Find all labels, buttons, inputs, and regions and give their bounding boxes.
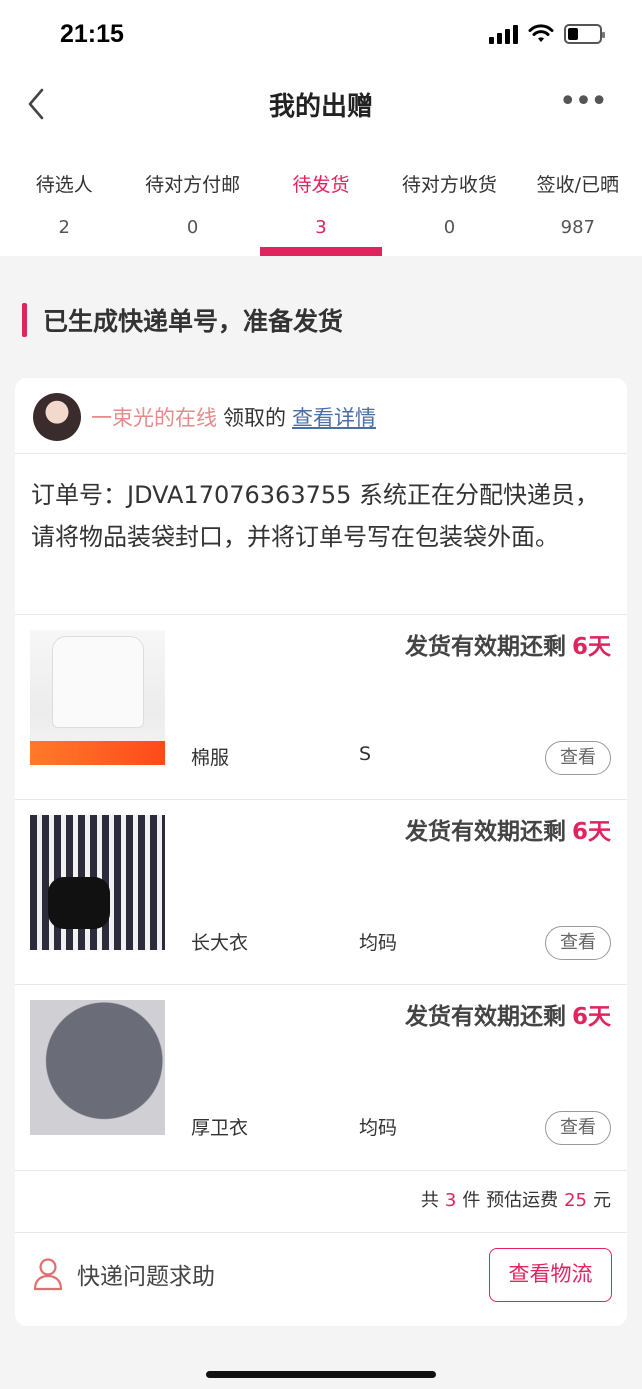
section-header: 已生成快递单号，准备发货 <box>22 302 343 338</box>
courier-help-label: 快递问题求助 <box>77 1264 215 1290</box>
battery-icon <box>564 24 605 44</box>
tab-label: 待对方收货 <box>401 174 497 196</box>
courier-help-button[interactable]: 快递问题求助 <box>33 1257 215 1291</box>
item-image[interactable] <box>30 630 165 765</box>
order-note: 订单号：JDVA17076363755 系统正在分配快递员，请将物品装袋封口，并… <box>31 481 600 551</box>
item-name: 长大衣 <box>191 932 249 954</box>
signal-icon <box>489 24 518 44</box>
list-item: 发货有效期还剩 6天 棉服 S 查看 <box>15 614 627 799</box>
view-item-button[interactable]: 查看 <box>545 741 611 775</box>
item-name: 厚卫衣 <box>191 1117 249 1139</box>
tab-received-shared[interactable]: 签收/已晒 987 <box>514 146 642 256</box>
item-deadline: 发货有效期还剩 6天 <box>405 627 611 661</box>
item-size: 均码 <box>359 1117 398 1139</box>
item-name: 棉服 <box>191 747 230 769</box>
tab-pending-shipment[interactable]: 待发货 3 <box>257 146 385 256</box>
claimer-verb: 领取的 <box>223 406 286 430</box>
item-image[interactable] <box>30 815 165 950</box>
wifi-icon <box>528 24 554 42</box>
deadline-days: 6天 <box>571 1004 611 1030</box>
claimer-row: 一束光的在线 领取的 查看详情 <box>15 378 627 454</box>
deadline-days: 6天 <box>571 819 611 845</box>
page-title: 我的出赠 <box>268 92 373 122</box>
item-size: S <box>359 743 372 765</box>
deadline-label: 发货有效期还剩 <box>404 634 566 660</box>
tab-label: 待对方付邮 <box>145 174 241 196</box>
tab-pending-receipt[interactable]: 待对方收货 0 <box>385 146 513 256</box>
view-item-button[interactable]: 查看 <box>545 1111 611 1145</box>
status-bar: 21:15 <box>0 0 642 70</box>
tab-pending-postage[interactable]: 待对方付邮 0 <box>128 146 256 256</box>
tab-count: 2 <box>58 217 70 238</box>
status-icons <box>489 24 605 44</box>
avatar[interactable] <box>33 393 81 441</box>
item-deadline: 发货有效期还剩 6天 <box>405 812 611 846</box>
card-footer: 快递问题求助 查看物流 <box>15 1232 627 1326</box>
summary-mid: 件 预估运费 <box>462 1190 559 1211</box>
deadline-label: 发货有效期还剩 <box>404 819 566 845</box>
item-size: 均码 <box>359 932 398 954</box>
claimer-name[interactable]: 一束光的在线 <box>91 406 217 430</box>
home-indicator[interactable] <box>206 1371 436 1378</box>
shipping-fee: 25 <box>564 1190 587 1211</box>
active-tab-indicator <box>260 247 383 256</box>
deadline-days: 6天 <box>571 634 611 660</box>
tab-label: 待选人 <box>35 174 93 196</box>
tab-label: 待发货 <box>292 174 350 196</box>
summary-prefix: 共 <box>420 1190 439 1211</box>
nav-bar: 我的出赠 ••• <box>0 70 642 146</box>
tab-count: 3 <box>315 217 327 238</box>
tab-bar: 待选人 2 待对方付邮 0 待发货 3 待对方收货 0 签收/已晒 987 <box>0 146 642 256</box>
view-item-button[interactable]: 查看 <box>545 926 611 960</box>
item-image[interactable] <box>30 1000 165 1135</box>
tab-count: 0 <box>443 217 456 238</box>
view-logistics-button[interactable]: 查看物流 <box>489 1248 612 1302</box>
section-accent-bar <box>22 303 27 337</box>
person-icon <box>33 1258 63 1291</box>
section-title: 已生成快递单号，准备发货 <box>43 307 344 336</box>
claimer-text: 一束光的在线 领取的 查看详情 <box>91 402 376 432</box>
item-deadline: 发货有效期还剩 6天 <box>405 997 611 1031</box>
tab-count: 0 <box>186 217 199 238</box>
list-item: 发货有效期还剩 6天 厚卫衣 均码 查看 <box>15 984 627 1169</box>
status-time: 21:15 <box>60 20 124 48</box>
order-summary: 共3件 预估运费 25 元 <box>15 1170 627 1232</box>
tab-label: 签收/已晒 <box>536 174 620 196</box>
summary-suffix: 元 <box>593 1190 611 1211</box>
deadline-label: 发货有效期还剩 <box>404 1004 566 1030</box>
list-item: 发货有效期还剩 6天 长大衣 均码 查看 <box>15 799 627 984</box>
more-icon[interactable]: ••• <box>559 87 608 117</box>
shipment-card: 一束光的在线 领取的 查看详情 订单号：JDVA17076363755 系统正在分配… <box>15 378 627 1326</box>
view-details-link[interactable]: 查看详情 <box>292 406 376 430</box>
tab-pending-select[interactable]: 待选人 2 <box>0 146 128 256</box>
tab-count: 987 <box>560 217 595 238</box>
item-count: 3 <box>444 1190 457 1211</box>
